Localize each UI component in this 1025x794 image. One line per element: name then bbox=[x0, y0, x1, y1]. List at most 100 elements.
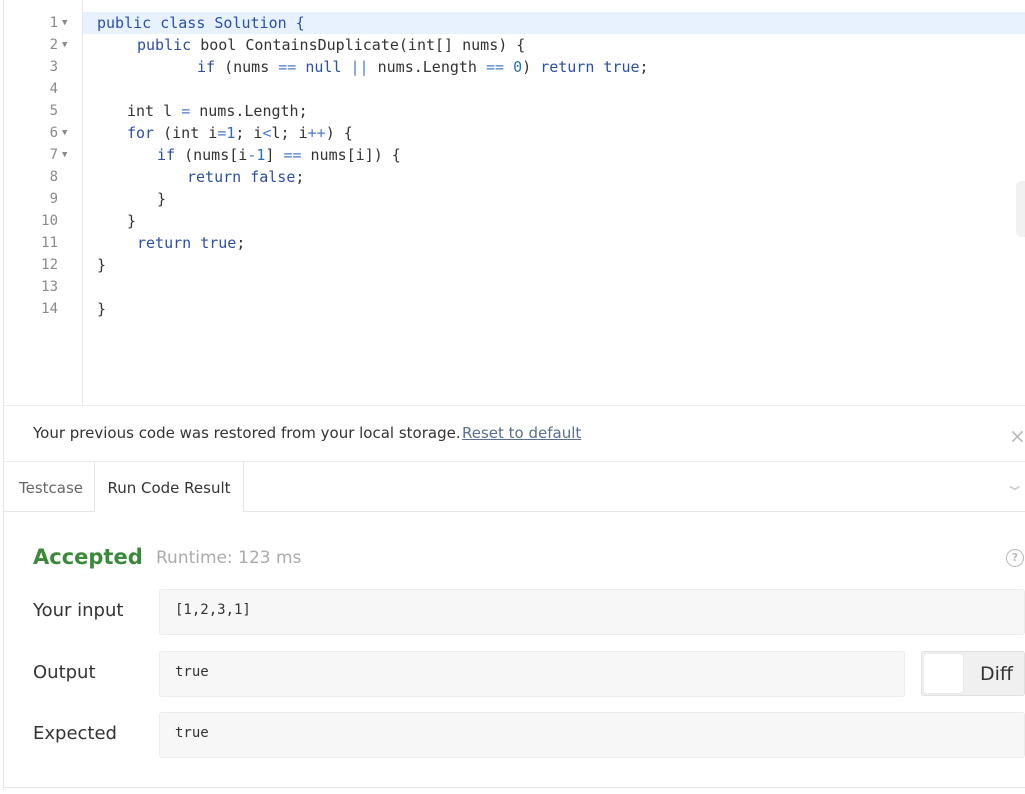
line-number: 3 bbox=[49, 59, 58, 75]
code-text[interactable]: } bbox=[157, 188, 166, 210]
code-line[interactable]: 6 ▼ for (int i=1; i<l; i++) { bbox=[4, 122, 1025, 144]
code-line[interactable]: 3 if (nums == null || nums.Length == 0) r… bbox=[4, 56, 1025, 78]
code-line[interactable]: 10} bbox=[4, 210, 1025, 232]
code-token: ; bbox=[639, 58, 649, 76]
code-token: ] bbox=[265, 146, 284, 164]
diff-toggle-knob[interactable] bbox=[924, 654, 963, 693]
fold-arrow-icon[interactable]: ▼ bbox=[62, 144, 67, 166]
code-line[interactable]: 9} bbox=[4, 188, 1025, 210]
code-editor[interactable]: 1 ▼ public class Solution {2 ▼ public bool C… bbox=[4, 0, 1025, 406]
code-token: true bbox=[200, 234, 237, 252]
code-token: } bbox=[97, 300, 107, 318]
code-token: (nums[i bbox=[175, 146, 248, 164]
line-number: 6 bbox=[49, 125, 58, 141]
code-line[interactable]: 5 int l = nums.Length; bbox=[4, 100, 1025, 122]
code-token: ; bbox=[236, 234, 246, 252]
code-line[interactable]: 14} bbox=[4, 298, 1025, 320]
console-tabs: Testcase Run Code Result ⌄ bbox=[4, 462, 1025, 512]
reset-to-default-link[interactable]: Reset to default bbox=[462, 424, 581, 442]
code-token: return bbox=[137, 234, 192, 252]
code-text[interactable]: } bbox=[97, 254, 106, 276]
expected-value-box: true bbox=[159, 712, 1025, 758]
line-number: 13 bbox=[41, 279, 58, 295]
code-token: true bbox=[603, 58, 640, 76]
code-line[interactable]: 2 ▼ public bool ContainsDuplicate(int[] nu… bbox=[4, 34, 1025, 56]
code-text[interactable]: } bbox=[127, 210, 136, 232]
code-line[interactable]: 7 ▼ if (nums[i-1] == nums[i]) { bbox=[4, 144, 1025, 166]
code-token: null bbox=[305, 58, 342, 76]
tab-run-code-result[interactable]: Run Code Result bbox=[94, 462, 244, 512]
code-token: int l bbox=[127, 102, 182, 120]
code-line[interactable]: 13 bbox=[4, 276, 1025, 298]
code-text[interactable]: public class Solution { bbox=[97, 12, 305, 34]
code-token: nums.Length; bbox=[190, 102, 308, 120]
code-token: for bbox=[127, 124, 155, 142]
line-number: 14 bbox=[41, 301, 58, 317]
diff-label: Diff bbox=[980, 663, 1013, 685]
code-token: || bbox=[350, 58, 369, 76]
code-token: ) { bbox=[325, 124, 353, 142]
code-text[interactable]: return false; bbox=[187, 166, 304, 188]
input-value-box: [1,2,3,1] bbox=[159, 589, 1025, 635]
code-text[interactable]: for (int i=1; i<l; i++) { bbox=[127, 122, 353, 144]
code-token: 0 bbox=[513, 58, 523, 76]
code-line[interactable]: 8 return false; bbox=[4, 166, 1025, 188]
code-token: } bbox=[157, 190, 167, 208]
code-token: return bbox=[540, 58, 595, 76]
diff-toggle[interactable]: Diff bbox=[921, 651, 1025, 696]
runtime-text: Runtime: 123 ms bbox=[156, 548, 302, 568]
code-token: ) bbox=[522, 58, 541, 76]
chevron-down-icon[interactable]: ⌄ bbox=[1004, 475, 1025, 495]
line-number: 12 bbox=[41, 257, 58, 273]
fold-arrow-icon[interactable]: ▼ bbox=[62, 122, 67, 144]
code-token: = bbox=[217, 124, 227, 142]
code-token: == bbox=[278, 58, 297, 76]
code-token: } bbox=[127, 212, 137, 230]
editor-resize-handle[interactable] bbox=[1016, 181, 1025, 237]
close-icon[interactable]: × bbox=[1009, 424, 1025, 448]
line-number: 7 bbox=[49, 147, 58, 163]
code-token: if bbox=[197, 58, 216, 76]
code-line[interactable]: 11 return true; bbox=[4, 232, 1025, 254]
result-status: Accepted bbox=[33, 545, 143, 569]
code-text[interactable]: public bool ContainsDuplicate(int[] nums… bbox=[137, 34, 525, 56]
line-number: 2 bbox=[49, 37, 58, 53]
code-token: false bbox=[250, 168, 296, 186]
code-text[interactable]: if (nums[i-1] == nums[i]) { bbox=[157, 144, 401, 166]
line-number: 5 bbox=[49, 103, 58, 119]
code-line[interactable]: 1 ▼ public class Solution { bbox=[4, 12, 1025, 34]
code-line[interactable]: 4 bbox=[4, 78, 1025, 100]
line-number: 11 bbox=[41, 235, 58, 251]
fold-arrow-icon[interactable]: ▼ bbox=[62, 12, 67, 34]
code-token: nums[i]) { bbox=[301, 146, 401, 164]
tab-testcase[interactable]: Testcase bbox=[19, 462, 83, 511]
code-token: - bbox=[247, 146, 257, 164]
expected-value: true bbox=[175, 725, 209, 741]
code-token: } bbox=[97, 256, 107, 274]
fold-arrow-icon[interactable]: ▼ bbox=[62, 34, 67, 56]
code-token: (int i bbox=[154, 124, 218, 142]
line-number: 4 bbox=[49, 81, 58, 97]
code-token: ; bbox=[295, 168, 305, 186]
code-token: public bbox=[137, 36, 192, 54]
code-token: (nums bbox=[215, 58, 279, 76]
code-token: == bbox=[486, 58, 505, 76]
input-value: [1,2,3,1] bbox=[175, 602, 251, 618]
output-value: true bbox=[175, 664, 209, 680]
code-token: if bbox=[157, 146, 176, 164]
code-text[interactable]: } bbox=[97, 298, 106, 320]
line-number: 8 bbox=[49, 169, 58, 185]
code-token: ++ bbox=[307, 124, 326, 142]
input-label: Your input bbox=[33, 600, 124, 621]
code-text[interactable]: int l = nums.Length; bbox=[127, 100, 308, 122]
code-text[interactable]: if (nums == null || nums.Length == 0) re… bbox=[197, 56, 649, 78]
output-value-box: true bbox=[159, 651, 905, 697]
code-line[interactable]: 12} bbox=[4, 254, 1025, 276]
code-text[interactable]: return true; bbox=[137, 232, 245, 254]
output-label: Output bbox=[33, 662, 96, 683]
help-icon[interactable]: ? bbox=[1006, 549, 1024, 567]
